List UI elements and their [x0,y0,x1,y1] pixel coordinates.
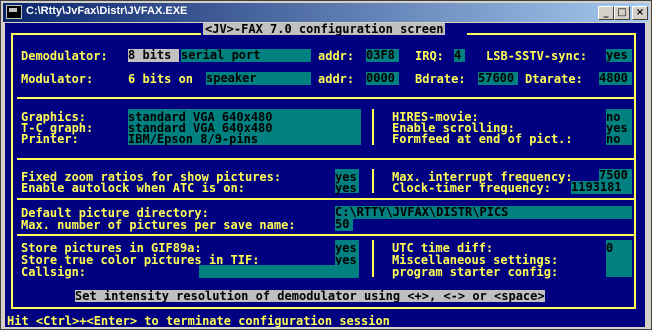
status-line: Set intensity resolution of demodulator … [75,289,545,303]
bdrate-field[interactable]: 57600 [478,72,518,85]
irq-label: IRQ: [415,49,444,63]
autolock-label: Enable autolock when ATC is on: [21,181,245,195]
modulator-label: Modulator: [21,72,94,86]
dtarate-field[interactable]: 4800 [599,72,632,85]
printer-label: Printer: [21,132,79,146]
title-bar[interactable]: C:\Rtty\JvFax\Distr\JVFAX.EXE _ □ × [3,3,649,22]
demodulator-label: Demodulator: [21,49,108,63]
footer-hint: Hit <Ctrl>+<Enter> to terminate configur… [7,314,390,327]
section-divider [17,234,634,236]
mod-addr-field[interactable]: 0000 [366,72,399,85]
demodulator-port-field[interactable]: serial port [181,49,311,62]
console-area: <JV>-FAX 7.0 configuration screen Demodu… [5,23,645,327]
lsb-sstv-sync-field[interactable]: yes [606,49,632,62]
autolock-field[interactable]: yes [335,182,357,194]
demodulator-bits-field[interactable]: 8 bits [128,49,179,62]
formfeed-label: Formfeed at end of pict.: [392,132,573,146]
window-title: C:\Rtty\JvFax\Distr\JVFAX.EXE [26,5,188,17]
formfeed-field[interactable]: no [606,133,620,145]
max-pictures-field[interactable]: 50 [335,218,353,231]
clock-timer-field[interactable]: 1193181 [571,181,632,194]
callsign-field[interactable] [199,265,359,278]
bdrate-label: Bdrate: [415,72,466,86]
modulator-output-field[interactable]: speaker [206,72,311,85]
column-divider [372,169,374,193]
console-app-icon[interactable] [6,5,22,19]
section-divider [17,97,634,99]
demod-addr-label: addr: [318,49,355,63]
close-button[interactable]: × [632,6,648,20]
program-starter-label: program starter config: [392,265,559,279]
column-divider [372,109,374,145]
demod-addr-field[interactable]: 03F8 [366,49,399,62]
callsign-label: Callsign: [21,265,87,279]
utc-diff-field[interactable]: 0 [606,242,613,254]
screen-header: <JV>-FAX 7.0 configuration screen [203,23,446,36]
lsb-sstv-sync-label: LSB-SSTV-sync: [486,49,588,63]
section-divider [17,198,634,200]
printer-field[interactable]: IBM/Epson 8/9-pins [128,133,258,145]
mod-addr-label: addr: [318,72,355,86]
dtarate-label: Dtarate: [525,72,583,86]
minimize-button[interactable]: _ [598,6,614,20]
default-directory-field[interactable]: C:\RTTY\JVFAX\DISTR\PICS [335,206,632,219]
maximize-button[interactable]: □ [614,6,630,20]
clock-timer-label: Clock-timer frequency: [392,181,551,195]
irq-field[interactable]: 4 [454,49,465,62]
modulator-bits-label: 6 bits on [128,72,194,86]
max-pictures-label: Max. number of pictures per save name: [21,218,296,232]
section-divider [17,158,634,160]
column-divider [372,240,374,277]
console-window: C:\Rtty\JvFax\Distr\JVFAX.EXE _ □ × <JV>… [0,0,652,330]
